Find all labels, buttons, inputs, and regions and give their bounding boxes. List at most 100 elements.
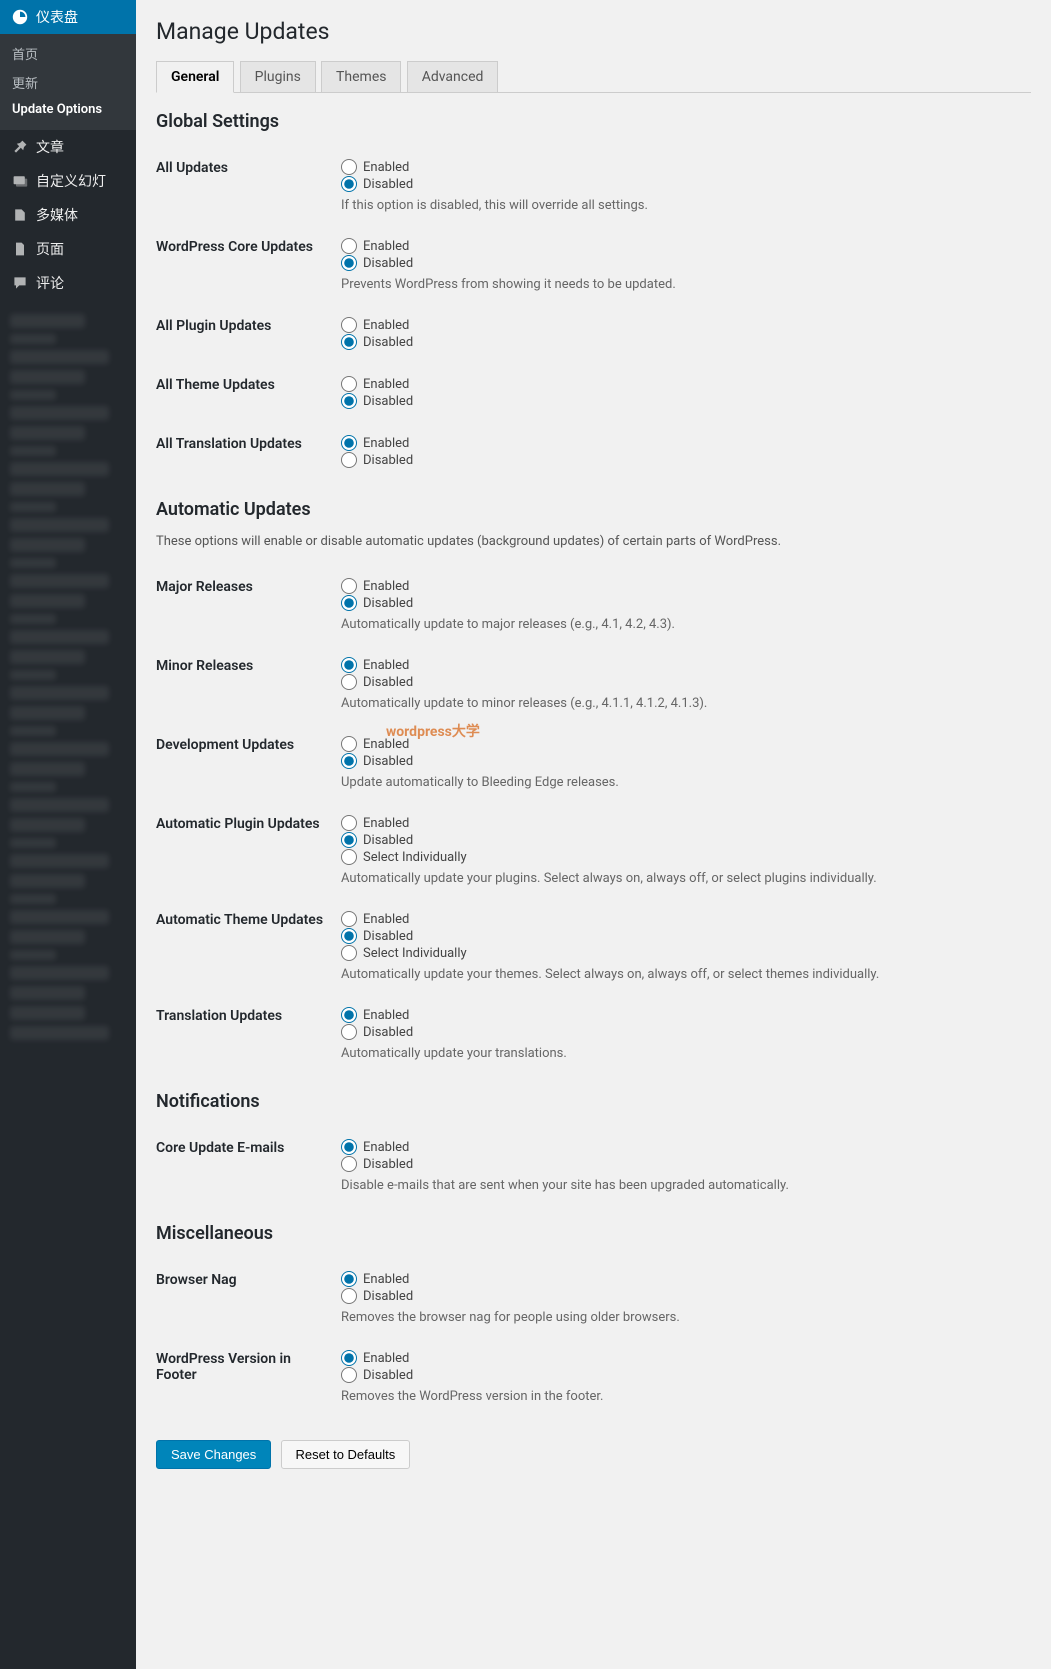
dashboard-icon: [10, 7, 30, 27]
desc-browser-nag: Removes the browser nag for people using…: [341, 1310, 1031, 1325]
radio-version-footer-disabled[interactable]: Disabled: [341, 1367, 1031, 1383]
radio-all-theme-disabled[interactable]: Disabled: [341, 393, 1031, 409]
radio-version-footer-enabled[interactable]: Enabled: [341, 1350, 1031, 1366]
row-dev: Development Updates Enabled Disabled Upd…: [156, 723, 1031, 802]
section-heading-misc: Miscellaneous: [156, 1223, 1031, 1244]
label-auto-plugin: Automatic Plugin Updates: [156, 814, 341, 832]
label-browser-nag: Browser Nag: [156, 1270, 341, 1288]
sidebar-item-dashboard[interactable]: 仪表盘: [0, 0, 136, 34]
radio-dev-disabled[interactable]: Disabled: [341, 753, 1031, 769]
tab-themes[interactable]: Themes: [321, 61, 401, 92]
row-minor: Minor Releases Enabled Disabled Automati…: [156, 644, 1031, 723]
actions-bar: Save Changes Reset to Defaults: [156, 1440, 1031, 1469]
radio-major-enabled[interactable]: Enabled: [341, 578, 1031, 594]
section-heading-auto: Automatic Updates: [156, 499, 1031, 520]
label-major: Major Releases: [156, 577, 341, 595]
row-core-email: Core Update E-mails Enabled Disabled Dis…: [156, 1126, 1031, 1205]
watermark-text: wordpress大学: [386, 721, 480, 741]
radio-auto-translation-enabled[interactable]: Enabled: [341, 1007, 1031, 1023]
auto-intro: These options will enable or disable aut…: [156, 534, 1031, 549]
label-wp-core: WordPress Core Updates: [156, 237, 341, 255]
tab-plugins[interactable]: Plugins: [240, 61, 316, 92]
sidebar-item-slides[interactable]: 自定义幻灯: [0, 164, 136, 198]
page-icon: [10, 239, 30, 259]
label-core-email: Core Update E-mails: [156, 1138, 341, 1156]
row-all-translation: All Translation Updates Enabled Disabled: [156, 422, 1031, 481]
sidebar-label: 评论: [36, 273, 64, 293]
comment-icon: [10, 273, 30, 293]
sidebar-item-comments[interactable]: 评论: [0, 266, 136, 300]
label-auto-theme: Automatic Theme Updates: [156, 910, 341, 928]
radio-auto-theme-disabled[interactable]: Disabled: [341, 928, 1031, 944]
sidebar-sub-home[interactable]: 首页: [0, 39, 136, 68]
radio-all-updates-disabled[interactable]: Disabled: [341, 176, 1031, 192]
row-auto-plugin: Automatic Plugin Updates Enabled Disable…: [156, 802, 1031, 898]
label-version-footer: WordPress Version in Footer: [156, 1349, 341, 1383]
sidebar-label: 页面: [36, 239, 64, 259]
desc-wp-core: Prevents WordPress from showing it needs…: [341, 277, 1031, 292]
sidebar-label: 自定义幻灯: [36, 171, 106, 191]
radio-all-translation-enabled[interactable]: Enabled: [341, 435, 1031, 451]
label-all-updates: All Updates: [156, 158, 341, 176]
tab-general[interactable]: General: [156, 61, 234, 93]
row-all-theme: All Theme Updates Enabled Disabled: [156, 363, 1031, 422]
desc-minor: Automatically update to minor releases (…: [341, 696, 1031, 711]
radio-all-translation-disabled[interactable]: Disabled: [341, 452, 1031, 468]
desc-all-updates: If this option is disabled, this will ov…: [341, 198, 1031, 213]
radio-wp-core-disabled[interactable]: Disabled: [341, 255, 1031, 271]
page-title: Manage Updates: [156, 18, 1031, 45]
radio-all-theme-enabled[interactable]: Enabled: [341, 376, 1031, 392]
radio-minor-enabled[interactable]: Enabled: [341, 657, 1031, 673]
radio-all-updates-enabled[interactable]: Enabled: [341, 159, 1031, 175]
tabs-nav: General Plugins Themes Advanced: [156, 61, 1031, 93]
sidebar-item-posts[interactable]: 文章: [0, 130, 136, 164]
radio-wp-core-enabled[interactable]: Enabled: [341, 238, 1031, 254]
sidebar-label: 多媒体: [36, 205, 78, 225]
radio-minor-disabled[interactable]: Disabled: [341, 674, 1031, 690]
desc-core-email: Disable e-mails that are sent when your …: [341, 1178, 1031, 1193]
row-browser-nag: Browser Nag Enabled Disabled Removes the…: [156, 1258, 1031, 1337]
section-heading-notif: Notifications: [156, 1091, 1031, 1112]
row-all-updates: All Updates Enabled Disabled If this opt…: [156, 146, 1031, 225]
radio-browser-nag-enabled[interactable]: Enabled: [341, 1271, 1031, 1287]
desc-auto-translation: Automatically update your translations.: [341, 1046, 1031, 1061]
label-all-translation: All Translation Updates: [156, 434, 341, 452]
section-heading-global: Global Settings: [156, 111, 1031, 132]
main-content: Manage Updates General Plugins Themes Ad…: [136, 0, 1051, 1669]
row-version-footer: WordPress Version in Footer Enabled Disa…: [156, 1337, 1031, 1416]
sidebar-label: 文章: [36, 137, 64, 157]
label-all-plugin: All Plugin Updates: [156, 316, 341, 334]
save-button[interactable]: Save Changes: [156, 1440, 271, 1469]
desc-auto-theme: Automatically update your themes. Select…: [341, 967, 1031, 982]
radio-core-email-disabled[interactable]: Disabled: [341, 1156, 1031, 1172]
sidebar-submenu-dashboard: 首页 更新 Update Options: [0, 34, 136, 130]
sidebar-label: 仪表盘: [36, 7, 78, 27]
sidebar-item-media[interactable]: 多媒体: [0, 198, 136, 232]
radio-auto-translation-disabled[interactable]: Disabled: [341, 1024, 1031, 1040]
label-all-theme: All Theme Updates: [156, 375, 341, 393]
reset-button[interactable]: Reset to Defaults: [281, 1440, 411, 1469]
radio-browser-nag-disabled[interactable]: Disabled: [341, 1288, 1031, 1304]
sidebar-sub-updates[interactable]: 更新: [0, 68, 136, 97]
sidebar-item-pages[interactable]: 页面: [0, 232, 136, 266]
media-icon: [10, 205, 30, 225]
sidebar-sub-update-options[interactable]: Update Options: [0, 97, 136, 122]
radio-auto-plugin-select[interactable]: Select Individually: [341, 849, 1031, 865]
radio-auto-plugin-disabled[interactable]: Disabled: [341, 832, 1031, 848]
radio-auto-theme-select[interactable]: Select Individually: [341, 945, 1031, 961]
admin-sidebar: 仪表盘 首页 更新 Update Options 文章 自定义幻灯 多媒体: [0, 0, 136, 1669]
radio-core-email-enabled[interactable]: Enabled: [341, 1139, 1031, 1155]
row-all-plugin: All Plugin Updates Enabled Disabled: [156, 304, 1031, 363]
radio-all-plugin-disabled[interactable]: Disabled: [341, 334, 1031, 350]
label-dev: Development Updates: [156, 735, 341, 753]
desc-auto-plugin: Automatically update your plugins. Selec…: [341, 871, 1031, 886]
radio-auto-theme-enabled[interactable]: Enabled: [341, 911, 1031, 927]
radio-auto-plugin-enabled[interactable]: Enabled: [341, 815, 1031, 831]
desc-major: Automatically update to major releases (…: [341, 617, 1031, 632]
row-auto-theme: Automatic Theme Updates Enabled Disabled…: [156, 898, 1031, 994]
radio-all-plugin-enabled[interactable]: Enabled: [341, 317, 1031, 333]
row-wp-core: WordPress Core Updates Enabled Disabled …: [156, 225, 1031, 304]
row-major: Major Releases Enabled Disabled Automati…: [156, 565, 1031, 644]
tab-advanced[interactable]: Advanced: [407, 61, 499, 92]
radio-major-disabled[interactable]: Disabled: [341, 595, 1031, 611]
